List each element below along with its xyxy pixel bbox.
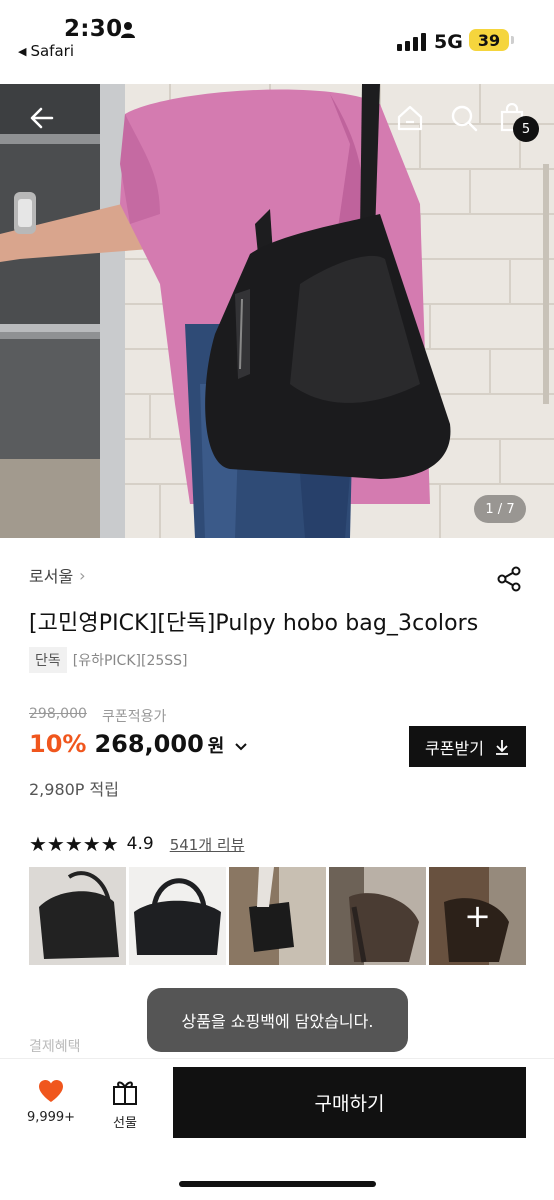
back-to-app[interactable]: ◀ Safari [18,42,74,60]
person-icon [121,22,135,38]
review-photo-4[interactable] [329,867,426,965]
brand-name: 로서울 [29,567,74,586]
gift-button[interactable]: 선물 [100,1078,150,1134]
battery-indicator: 39 [469,29,509,51]
points-earned: 2,980P 적립 [29,780,119,799]
get-coupon-button[interactable]: 쿠폰받기 [409,726,526,767]
hero-photo [0,84,554,538]
gift-label: 선물 [113,1116,137,1131]
payment-benefit-label: 결제혜택 [29,1039,81,1055]
brand-link[interactable]: 로서울 › [29,563,86,587]
home-indicator [179,1181,376,1187]
back-button[interactable] [22,98,62,138]
signal-icon [397,33,426,51]
wishlist-button[interactable]: 9,999+ [24,1078,78,1134]
tag-exclusive: 단독 [29,647,67,673]
battery-cap [511,36,514,44]
wish-count: 9,999+ [26,1110,76,1125]
gift-icon [113,1081,137,1105]
coupon-applied-label: 쿠폰적용가 [102,709,167,725]
sale-price: 268,000 [94,730,204,758]
chevron-down-icon [235,743,248,751]
status-time: 2:30 [64,16,123,42]
share-icon[interactable] [495,565,523,593]
buy-button[interactable]: 구매하기 [173,1067,526,1138]
star-rating-icon: ★★★★★ [29,832,119,856]
network-label: 5G [434,31,463,53]
original-price: 298,000 [29,706,87,722]
search-icon [451,105,478,132]
rating-row: ★★★★★ 4.9 541개 리뷰 [29,832,245,856]
chevron-right-icon: › [79,565,86,585]
heart-icon [39,1080,63,1102]
more-photos-plus-icon: + [429,867,526,965]
tag-others: [유하PICK][25SS] [72,653,188,669]
price-row[interactable]: 10% 268,000 원 [29,730,248,758]
product-title: [고민영PICK][단독]Pulpy hobo bag_3colors [29,611,479,636]
arrow-left-icon [30,107,54,129]
tag-row: 단독 [유하PICK][25SS] [29,647,188,673]
cart-count-badge: 5 [513,116,539,142]
review-count-link[interactable]: 541개 리뷰 [170,834,245,855]
search-button[interactable] [444,98,484,138]
discount-rate: 10% [29,730,87,758]
review-photo-3[interactable] [229,867,326,965]
back-triangle-icon: ◀ [18,44,27,58]
currency-label: 원 [207,736,225,757]
status-bar: 2:30 ◀ Safari 5G 39 [0,0,554,84]
review-thumbnails: + [29,867,526,965]
home-icon [397,105,423,131]
review-photo-2[interactable] [129,867,226,965]
home-button[interactable] [390,98,430,138]
review-photo-5[interactable]: + [429,867,526,965]
toast-message: 상품을 쇼핑백에 담았습니다. [147,988,408,1052]
image-pager: 1 / 7 [474,495,526,523]
coupon-button-label: 쿠폰받기 [425,738,484,758]
product-hero-image[interactable]: 1 / 7 [0,84,554,538]
download-icon [495,739,508,755]
rating-value: 4.9 [126,834,154,854]
review-photo-1[interactable] [29,867,126,965]
back-app-label: Safari [30,42,74,60]
